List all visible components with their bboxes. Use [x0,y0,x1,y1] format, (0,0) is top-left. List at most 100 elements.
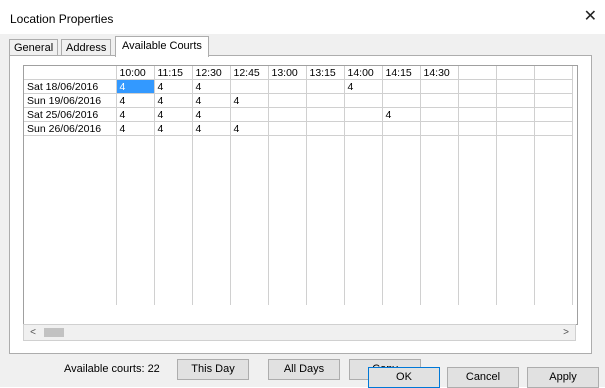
empty-cell [268,149,307,162]
scroll-right-icon[interactable]: > [559,326,573,340]
grid-cell[interactable]: 4 [230,93,269,108]
empty-cell [382,201,421,214]
horizontal-scrollbar[interactable]: < > [23,324,576,341]
empty-cell [344,201,383,214]
grid-cell[interactable] [534,93,573,108]
scroll-thumb[interactable] [44,328,64,337]
empty-cell [344,266,383,279]
tab-general[interactable]: General [9,39,59,56]
row-date-label: Sat 18/06/2016 [24,79,117,94]
grid-cell[interactable] [534,79,573,94]
close-icon[interactable]: ✕ [584,9,597,25]
empty-grid-row [24,188,573,201]
scroll-left-icon[interactable]: < [26,326,40,340]
empty-cell [268,266,307,279]
empty-cell [24,175,117,188]
grid-cell[interactable] [268,121,307,136]
grid-cell[interactable] [306,79,345,94]
empty-grid-row [24,240,573,253]
grid-cell[interactable] [420,79,459,94]
grid-cell[interactable] [382,93,421,108]
empty-cell [496,292,535,305]
grid-cell[interactable]: 4 [230,121,269,136]
grid-cell[interactable] [306,107,345,122]
grid-cell[interactable]: 4 [116,93,155,108]
empty-cell [116,188,155,201]
grid-cell[interactable]: 4 [344,79,383,94]
grid-cell[interactable] [268,79,307,94]
grid-cell[interactable] [230,79,269,94]
empty-cell [344,227,383,240]
grid-cell[interactable] [534,121,573,136]
grid-cell[interactable] [344,93,383,108]
grid-cell[interactable] [268,107,307,122]
grid-cell[interactable] [458,121,497,136]
tab-address[interactable]: Address [61,39,112,56]
grid-cell[interactable]: 4 [192,121,231,136]
grid-cell[interactable] [534,107,573,122]
grid-cell[interactable]: 4 [116,79,155,94]
grid-cell[interactable] [496,107,535,122]
empty-cell [344,279,383,292]
grid-cell[interactable] [420,121,459,136]
empty-cell [458,240,497,253]
grid-cell[interactable] [382,121,421,136]
empty-cell [306,162,345,175]
empty-cell [382,240,421,253]
grid-cell[interactable] [382,79,421,94]
grid-cell[interactable] [230,107,269,122]
grid-cell[interactable] [458,107,497,122]
grid-cell[interactable]: 4 [116,107,155,122]
empty-cell [420,214,459,227]
tab-available-courts[interactable]: Available Courts [115,36,209,57]
grid-cell[interactable]: 4 [192,79,231,94]
grid-cell[interactable] [496,121,535,136]
grid-cell[interactable] [458,93,497,108]
empty-cell [268,279,307,292]
empty-cell [382,279,421,292]
grid-cell[interactable] [344,107,383,122]
grid-cell[interactable]: 4 [154,79,193,94]
empty-cell [306,227,345,240]
grid-cell[interactable]: 4 [154,93,193,108]
empty-cell [306,266,345,279]
grid-cell[interactable] [344,121,383,136]
courts-grid[interactable]: 10:00 11:15 12:30 12:45 13:00 13:15 14:00 14:15… [23,65,578,325]
grid-cell[interactable] [458,79,497,94]
empty-cell [420,135,459,149]
grid-cell[interactable]: 4 [192,107,231,122]
empty-cell [458,292,497,305]
grid-cell[interactable]: 4 [154,121,193,136]
apply-button[interactable]: Apply [527,367,599,388]
grid-cell[interactable]: 4 [154,107,193,122]
all-days-button[interactable]: All Days [268,359,340,380]
empty-cell [116,253,155,266]
empty-cell [534,240,573,253]
grid-cell[interactable] [268,93,307,108]
grid-cell[interactable] [306,93,345,108]
empty-cell [458,162,497,175]
grid-cell[interactable] [306,121,345,136]
empty-cell [344,240,383,253]
empty-cell [24,227,117,240]
grid-cell[interactable]: 4 [116,121,155,136]
this-day-button[interactable]: This Day [177,359,249,380]
column-header: 10:00 [116,66,155,80]
empty-cell [344,175,383,188]
empty-cell [230,240,269,253]
grid-cell[interactable] [420,107,459,122]
empty-grid-row [24,292,573,305]
grid-cell[interactable] [496,93,535,108]
empty-cell [24,240,117,253]
ok-button[interactable]: OK [368,367,440,388]
grid-cell[interactable] [496,79,535,94]
grid-cell[interactable]: 4 [192,93,231,108]
grid-cell[interactable] [420,93,459,108]
grid-cell[interactable]: 4 [382,107,421,122]
empty-cell [344,253,383,266]
cancel-button[interactable]: Cancel [447,367,519,388]
empty-cell [192,266,231,279]
empty-cell [382,162,421,175]
empty-cell [306,292,345,305]
empty-cell [116,292,155,305]
